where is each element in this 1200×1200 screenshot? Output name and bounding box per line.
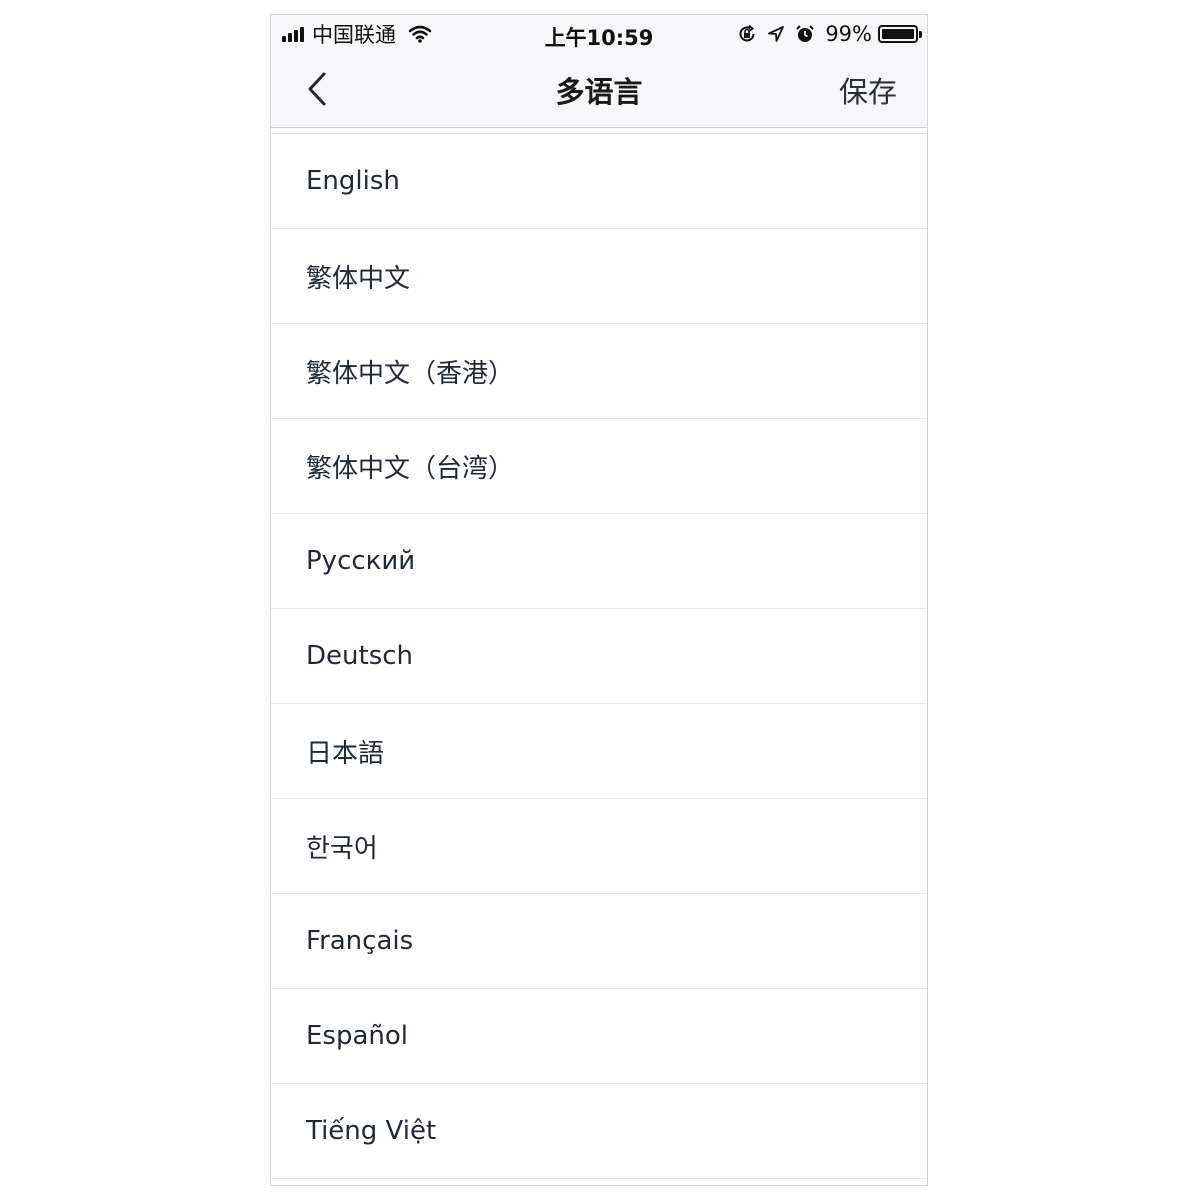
battery-icon — [878, 25, 922, 43]
status-bar: 中国联通 上午10:59 99% — [271, 15, 927, 53]
language-option[interactable]: 繁体中文（香港） — [271, 324, 927, 419]
language-option[interactable]: Deutsch — [271, 609, 927, 704]
language-label: 繁体中文（香港） — [306, 358, 515, 389]
language-label: English — [306, 166, 400, 196]
language-option[interactable]: 한국어 — [271, 799, 927, 894]
battery-percent: 99% — [825, 22, 872, 46]
language-option[interactable]: Tiếng Việt — [271, 1084, 927, 1179]
language-label: Tiếng Việt — [306, 1116, 437, 1146]
language-label: Español — [306, 1021, 409, 1051]
language-option[interactable]: Français — [271, 894, 927, 989]
language-label: Русский — [306, 546, 416, 576]
language-label: Deutsch — [306, 641, 414, 671]
language-label: Français — [306, 926, 414, 956]
page-title: 多语言 — [555, 75, 643, 109]
battery-tip — [919, 31, 922, 38]
battery-fill — [882, 29, 914, 39]
location-arrow-icon — [767, 25, 785, 43]
phone-screen: 中国联通 上午10:59 99% 多语言 保存 English 繁体中文 繁体中… — [270, 14, 928, 1186]
alarm-icon — [795, 24, 815, 44]
language-option[interactable]: English — [271, 134, 927, 229]
language-option[interactable]: 日本語 — [271, 704, 927, 799]
top-bar: 中国联通 上午10:59 99% 多语言 保存 — [271, 15, 927, 128]
language-label: 繁体中文（台湾） — [306, 453, 515, 484]
language-label: 日本語 — [306, 738, 385, 769]
language-option[interactable]: Русский — [271, 514, 927, 609]
language-option[interactable]: Español — [271, 989, 927, 1084]
language-label: 繁体中文 — [306, 263, 411, 294]
status-bar-right: 99% — [737, 22, 922, 46]
nav-bar: 多语言 保存 — [271, 53, 927, 128]
language-list: English 繁体中文繁体中文（香港） 繁体中文（台湾） Русский Deutsc… — [271, 133, 927, 1179]
language-option[interactable]: 繁体中文（台湾） — [271, 419, 927, 514]
language-option[interactable]: 繁体中文 — [271, 229, 927, 324]
language-label: 한국어 — [306, 833, 378, 864]
save-button[interactable]: 保存 — [839, 69, 897, 111]
orientation-lock-icon — [737, 24, 757, 44]
